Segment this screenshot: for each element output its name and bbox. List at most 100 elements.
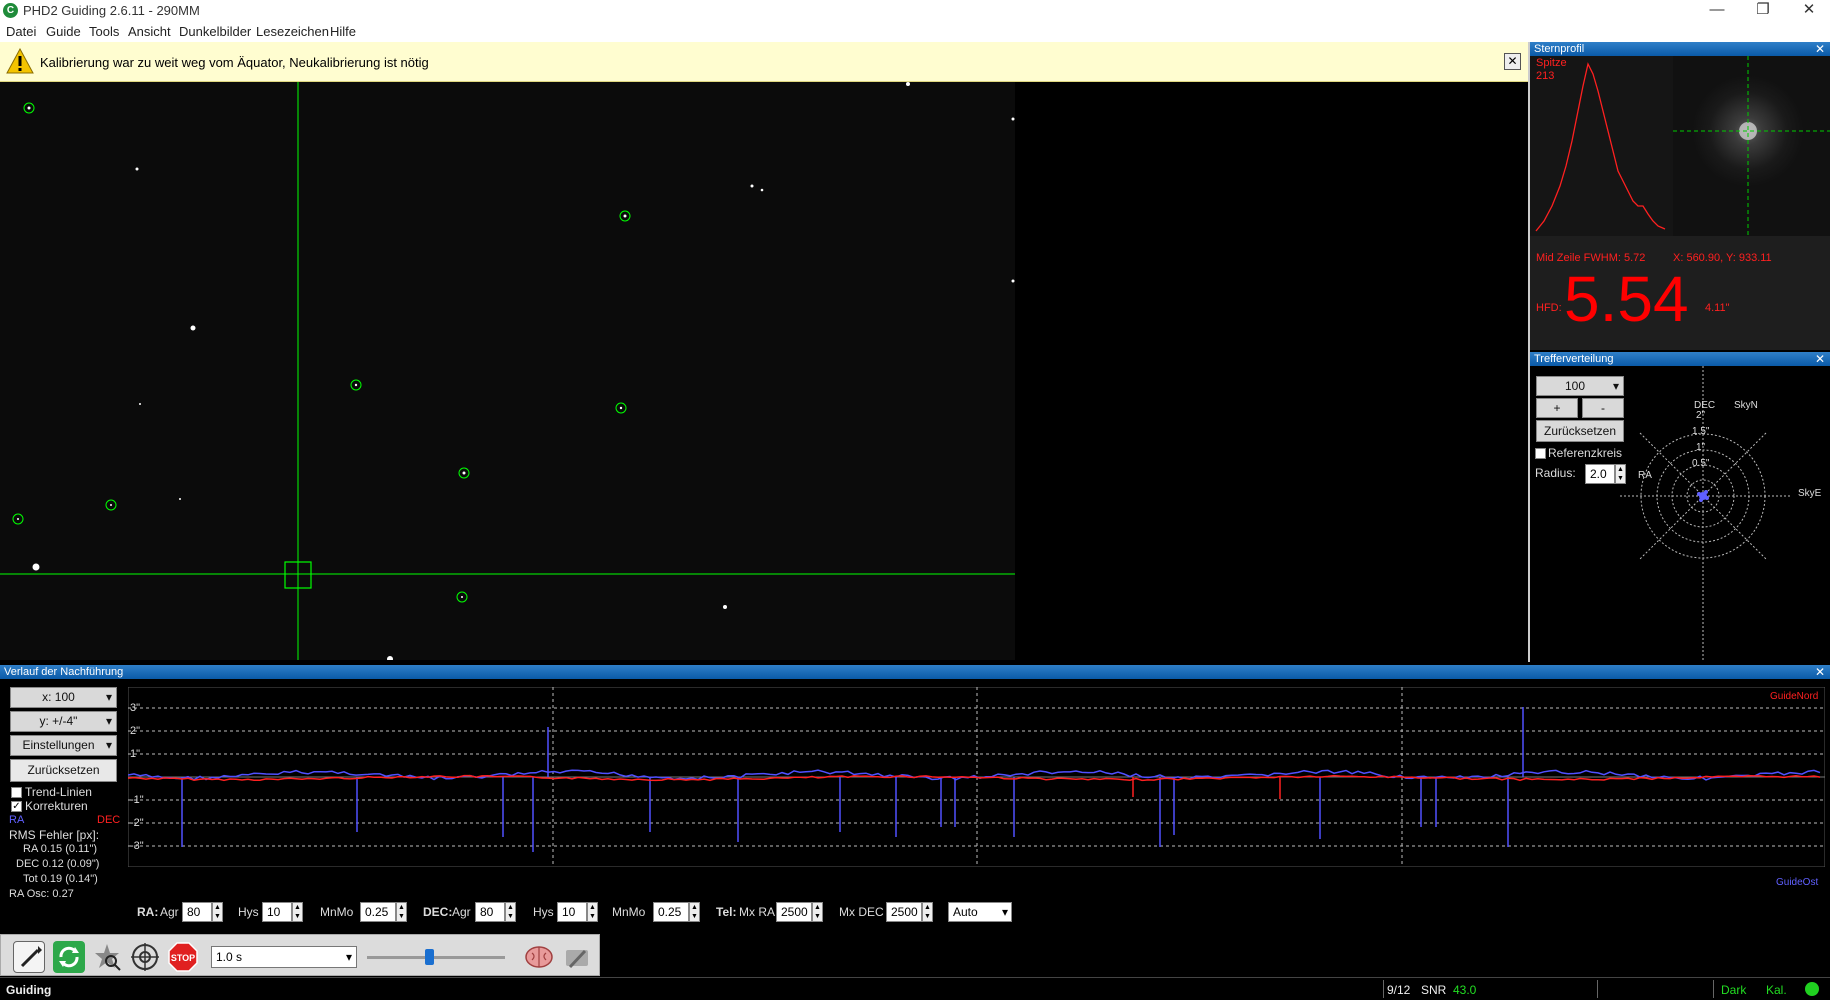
ra-hysteresis-input[interactable]: 10 bbox=[262, 902, 292, 922]
main-toolbar: STOP 1.0 s ▾ bbox=[0, 934, 600, 976]
status-bar: Guiding 9/12 SNR 43.0 Dark Kal. bbox=[0, 977, 1830, 1000]
ring-label-1-5: 1.5" bbox=[1692, 426, 1710, 437]
history-settings-label: Einstellungen bbox=[22, 738, 95, 752]
zoom-in-button[interactable]: + bbox=[1536, 398, 1578, 418]
menu-view[interactable]: Ansicht bbox=[128, 24, 171, 39]
dec-hys-label: Hys bbox=[533, 905, 554, 919]
mx-dec-label: Mx DEC bbox=[839, 905, 884, 919]
connect-gear-button[interactable] bbox=[13, 941, 45, 973]
star-profile-panel: Sternprofil ✕ Spitze 213 Mid Zeile FWHM:… bbox=[1530, 42, 1830, 350]
dec-axis-label: DEC bbox=[1694, 400, 1716, 411]
crosshair-icon bbox=[131, 943, 159, 971]
stop-icon-text: STOP bbox=[171, 953, 195, 963]
star-profile-close-icon[interactable]: ✕ bbox=[1815, 42, 1825, 56]
dec-min-move-input[interactable]: 0.25 bbox=[653, 902, 689, 922]
dec-mode-value: Auto bbox=[953, 905, 978, 919]
ra-hys-label: Hys bbox=[238, 905, 259, 919]
status-led-icon bbox=[1805, 982, 1819, 996]
connect-icon bbox=[20, 946, 42, 968]
ra-aggressiveness-input[interactable]: 80 bbox=[182, 902, 212, 922]
y-tick-minus-1: -1" bbox=[130, 794, 144, 806]
snr-value: 43.0 bbox=[1453, 983, 1477, 997]
x-scale-select[interactable]: x: 100 ▾ bbox=[10, 687, 117, 708]
peak-value: 213 bbox=[1536, 70, 1555, 82]
ra-params-label: RA: bbox=[137, 905, 159, 919]
target-plot bbox=[1620, 366, 1790, 662]
loop-button[interactable] bbox=[53, 941, 85, 973]
menu-bookmarks[interactable]: Lesezeichen bbox=[256, 24, 329, 39]
alert-close-button[interactable]: ✕ bbox=[1504, 53, 1521, 70]
close-window-button[interactable]: ✕ bbox=[1786, 0, 1830, 22]
menu-file[interactable]: Datei bbox=[6, 24, 36, 39]
rms-dec: DEC 0.12 (0.09") bbox=[16, 858, 100, 870]
dec-aggressiveness-input[interactable]: 80 bbox=[475, 902, 505, 922]
title-bar: C PHD2 Guiding 2.6.11 - 290MM — ❐ ✕ bbox=[0, 0, 1830, 22]
max-dec-spinner[interactable]: ▲ ▼ bbox=[922, 902, 933, 922]
y-scale-select[interactable]: y: +/-4" ▾ bbox=[10, 711, 117, 732]
dec-mode-select[interactable]: Auto ▾ bbox=[948, 902, 1012, 922]
auto-select-star-button[interactable] bbox=[91, 941, 123, 973]
guide-north-label: GuideNord bbox=[1770, 691, 1819, 702]
mx-ra-label: Mx RA bbox=[739, 905, 775, 919]
chevron-down-icon: ▾ bbox=[105, 690, 112, 704]
target-close-icon[interactable]: ✕ bbox=[1815, 352, 1825, 366]
chevron-down-icon: ▾ bbox=[1001, 905, 1008, 919]
exposure-value: 1.0 s bbox=[216, 950, 243, 964]
menu-darks[interactable]: Dunkelbilder bbox=[179, 24, 251, 39]
ra-min-move-input[interactable]: 0.25 bbox=[360, 902, 396, 922]
history-close-icon[interactable]: ✕ bbox=[1815, 665, 1825, 679]
history-reset-button[interactable]: Zurücksetzen bbox=[10, 759, 117, 782]
menu-guide[interactable]: Guide bbox=[46, 24, 81, 39]
dec-legend: DEC bbox=[97, 814, 121, 826]
menu-help[interactable]: Hilfe bbox=[330, 24, 356, 39]
history-settings-button[interactable]: Einstellungen ▾ bbox=[10, 735, 117, 756]
ra-hys-spinner[interactable]: ▲ ▼ bbox=[292, 902, 303, 922]
chevron-down-icon: ▾ bbox=[105, 738, 112, 752]
exposure-select[interactable]: 1.0 s ▾ bbox=[211, 946, 357, 968]
camera-settings-button[interactable] bbox=[561, 941, 593, 973]
trend-lines-checkbox[interactable] bbox=[11, 787, 22, 798]
stop-button[interactable]: STOP bbox=[167, 941, 199, 973]
dec-agr-spinner[interactable]: ▲ ▼ bbox=[505, 902, 516, 922]
star-profile-title: Sternprofil bbox=[1530, 42, 1830, 56]
rms-ra: RA 0.15 (0.11") bbox=[23, 843, 98, 855]
ra-mnmo-label: MnMo bbox=[320, 905, 354, 919]
corrections-label: Korrekturen bbox=[25, 799, 88, 813]
dec-mnmo-spinner[interactable]: ▲ ▼ bbox=[689, 902, 700, 922]
max-ra-spinner[interactable]: ▲ ▼ bbox=[812, 902, 823, 922]
sky-north-label: SkyN bbox=[1734, 400, 1758, 411]
refcircle-checkbox[interactable] bbox=[1535, 448, 1546, 459]
window-title: PHD2 Guiding 2.6.11 - 290MM bbox=[23, 3, 200, 18]
dec-agr-label: Agr bbox=[452, 905, 471, 919]
maximize-button[interactable]: ❐ bbox=[1740, 0, 1786, 22]
hfd-arcsec: 4.11" bbox=[1705, 302, 1730, 314]
y-scale-value: y: +/-4" bbox=[39, 714, 78, 728]
radius-label: Radius: bbox=[1535, 466, 1576, 480]
minimize-button[interactable]: — bbox=[1694, 0, 1740, 22]
menu-bar: Datei Guide Tools Ansicht Dunkelbilder L… bbox=[0, 22, 1830, 42]
brain-settings-button[interactable] bbox=[523, 941, 555, 973]
dec-hys-spinner[interactable]: ▲ ▼ bbox=[587, 902, 598, 922]
ra-mnmo-spinner[interactable]: ▲ ▼ bbox=[396, 902, 407, 922]
loop-icon bbox=[59, 946, 79, 968]
star-field bbox=[0, 82, 1015, 660]
ring-label-1: 1" bbox=[1696, 442, 1706, 453]
corrections-checkbox[interactable]: ✓ bbox=[11, 801, 22, 812]
max-dec-input[interactable]: 2500 bbox=[886, 902, 922, 922]
rms-title: RMS Fehler [px]: bbox=[9, 828, 100, 842]
gamma-slider[interactable] bbox=[361, 945, 511, 969]
app-icon: C bbox=[3, 3, 18, 18]
ra-axis-label: RA bbox=[1638, 470, 1652, 481]
alert-bar: Kalibrierung war zu weit weg vom Äquator… bbox=[0, 42, 1528, 82]
guide-button[interactable] bbox=[129, 941, 161, 973]
dec-hysteresis-input[interactable]: 10 bbox=[557, 902, 587, 922]
camera-view[interactable] bbox=[0, 82, 1528, 660]
brain-icon bbox=[525, 946, 553, 968]
ra-agr-spinner[interactable]: ▲ ▼ bbox=[212, 902, 223, 922]
guide-east-label: GuideOst bbox=[1776, 877, 1819, 888]
chevron-down-icon: ▾ bbox=[105, 714, 112, 728]
stop-icon: STOP bbox=[168, 942, 198, 972]
menu-tools[interactable]: Tools bbox=[89, 24, 119, 39]
max-ra-input[interactable]: 2500 bbox=[776, 902, 812, 922]
dec-params-label: DEC: bbox=[423, 905, 453, 919]
